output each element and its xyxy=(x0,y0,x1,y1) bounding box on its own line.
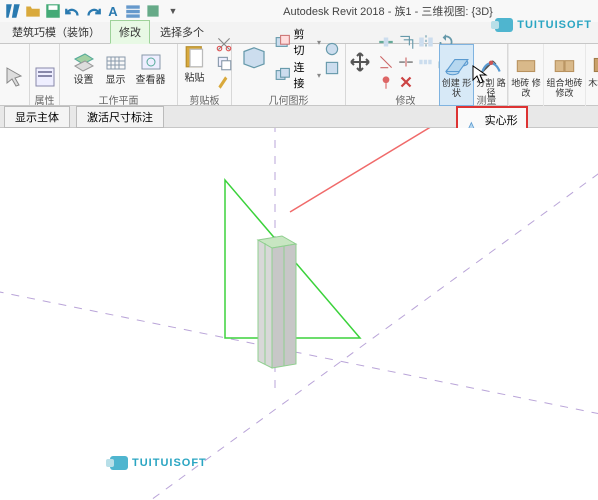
set-button[interactable]: 设置 xyxy=(69,49,99,88)
viewport-3d[interactable]: TUITUISOFT xyxy=(0,128,598,500)
axis-2 xyxy=(140,158,598,500)
offset-icon[interactable] xyxy=(397,33,415,51)
undo-icon[interactable] xyxy=(64,2,82,20)
panel-geom-label: 几何图形 xyxy=(269,91,309,104)
wood-floor-button[interactable]: 木地 修改 xyxy=(586,44,598,106)
wood-floor-label: 木地 修改 xyxy=(586,78,598,98)
create-form-button[interactable]: 创建 形状 xyxy=(439,44,474,106)
combo-floor-label: 组合地砖 修改 xyxy=(544,78,585,98)
cut-geom-button[interactable]: 剪切▾ xyxy=(274,26,321,58)
app-menu-icon[interactable] xyxy=(4,2,22,20)
panel-prop-label: 属性 xyxy=(35,91,55,104)
window-title: Autodesk Revit 2018 - 族1 - 三维视图: {3D} xyxy=(182,3,594,19)
align-icon[interactable] xyxy=(377,33,395,51)
doc-title: 族1 - 三维视图: {3D} xyxy=(394,6,492,18)
panel-workplane: 设置 显示 查看器 工作平面 xyxy=(60,44,178,105)
panel-select xyxy=(0,44,30,105)
pin-icon[interactable] xyxy=(377,73,395,91)
create-form-label: 创建 形状 xyxy=(440,78,473,98)
quick-access-toolbar: A ▼ xyxy=(4,2,182,20)
panel-clip-label: 剪贴板 xyxy=(190,91,220,104)
panel-clipboard: 粘贴 剪贴板 xyxy=(178,44,232,105)
annotation-arrow xyxy=(290,128,462,212)
cut-geom-label: 剪切 xyxy=(294,26,315,58)
match-icon[interactable] xyxy=(215,73,233,91)
more-icon[interactable] xyxy=(144,2,162,20)
split-icon[interactable] xyxy=(397,53,415,71)
split-path-button[interactable]: 分割 路径 xyxy=(474,44,509,106)
tab-context-prefix[interactable]: 楚筑巧模（装饰） xyxy=(4,21,108,43)
copy-icon[interactable] xyxy=(215,54,233,72)
text-icon[interactable]: A xyxy=(104,2,122,20)
mirror-icon[interactable] xyxy=(417,33,435,51)
viewer-label: 查看器 xyxy=(136,75,166,86)
set-label: 设置 xyxy=(74,75,94,86)
panel-properties: 属性 xyxy=(30,44,60,105)
paste-button[interactable]: 粘贴 xyxy=(177,41,213,86)
show-host-button[interactable]: 显示主体 xyxy=(4,106,70,128)
tab-modify[interactable]: 修改 xyxy=(110,20,150,44)
floor-modify-button[interactable]: 地砖 修改 xyxy=(509,44,544,106)
app-title: Autodesk Revit 2018 - xyxy=(283,6,391,18)
cut-icon[interactable] xyxy=(215,35,233,53)
delete-icon[interactable] xyxy=(397,73,415,91)
model-column xyxy=(258,236,296,368)
geom-tool1-icon[interactable] xyxy=(323,40,341,58)
chevron-down-icon[interactable]: ▼ xyxy=(164,2,182,20)
open-icon[interactable] xyxy=(24,2,42,20)
panel-work-label: 工作平面 xyxy=(99,91,139,104)
viewer-button[interactable]: 查看器 xyxy=(133,49,169,88)
cope-button[interactable] xyxy=(236,42,272,76)
floor-modify-label: 地砖 修改 xyxy=(509,78,543,98)
join-geom-label: 连接 xyxy=(294,59,315,91)
panel-geometry: 剪切▾ 连接▾ 几何图形 xyxy=(232,44,346,105)
split-path-label: 分割 路径 xyxy=(474,78,508,98)
panel-modify-label: 修改 xyxy=(396,91,416,104)
select-button[interactable] xyxy=(0,63,30,91)
activate-dim-button[interactable]: 激活尺寸标注 xyxy=(76,106,164,128)
properties-button[interactable] xyxy=(30,63,60,91)
panel-create: 创建 形状 分割 路径 地砖 修改 组合地砖 修改 木地 修改 xyxy=(439,44,598,106)
watermark-logo-2: TUITUISOFT xyxy=(495,18,592,32)
recent-icon[interactable] xyxy=(124,2,142,20)
combo-floor-button[interactable]: 组合地砖 修改 xyxy=(544,44,586,106)
array-icon[interactable] xyxy=(417,53,435,71)
watermark-logo-1: TUITUISOFT xyxy=(110,456,207,470)
show-label: 显示 xyxy=(106,75,126,86)
watermark-text-2: TUITUISOFT xyxy=(517,19,592,31)
show-button[interactable]: 显示 xyxy=(101,49,131,88)
move-button[interactable] xyxy=(345,48,375,76)
paste-label: 粘贴 xyxy=(185,73,205,84)
watermark-text-1: TUITUISOFT xyxy=(132,457,207,469)
join-geom-button[interactable]: 连接▾ xyxy=(274,59,321,91)
geom-tool2-icon[interactable] xyxy=(323,59,341,77)
ribbon: 属性 设置 显示 查看器 工作平面 粘贴 剪贴板 剪切▾ 连接▾ xyxy=(0,44,598,106)
save-icon[interactable] xyxy=(44,2,62,20)
redo-icon[interactable] xyxy=(84,2,102,20)
trim-icon[interactable] xyxy=(377,53,395,71)
viewport-svg xyxy=(0,128,598,500)
axis-1 xyxy=(0,288,598,418)
